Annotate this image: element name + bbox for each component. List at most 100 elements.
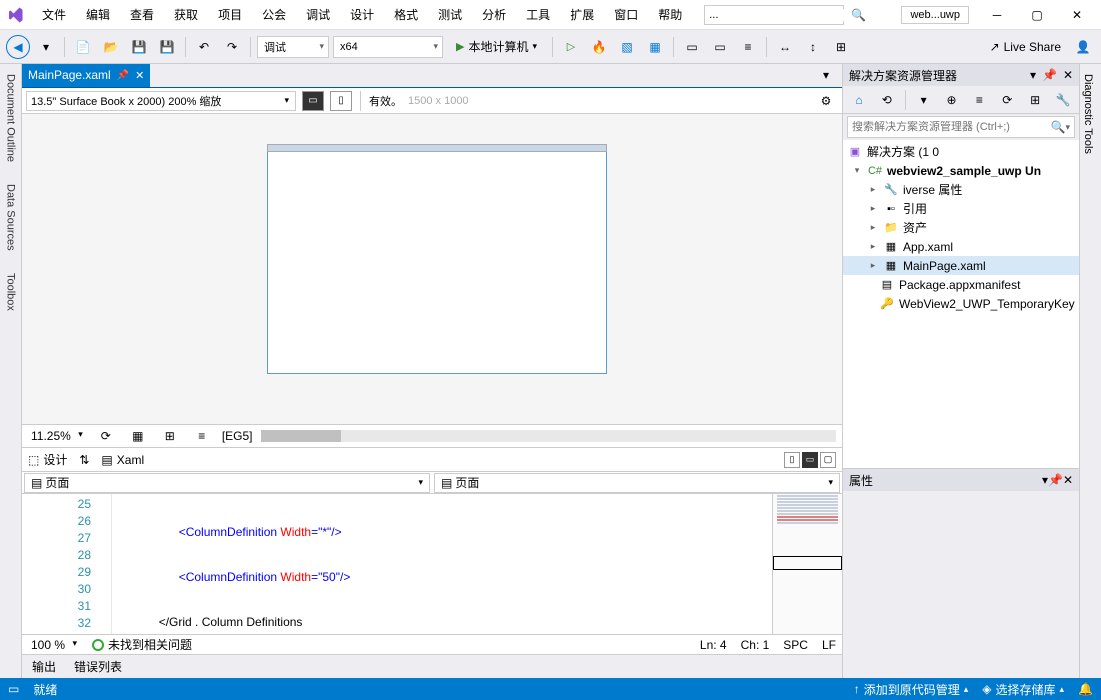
title-search[interactable]: 🔍 (704, 5, 844, 25)
expand-icon[interactable]: ▸ (867, 222, 879, 233)
maximize-button[interactable]: ▢ (1017, 1, 1057, 29)
se-btn-f[interactable]: ⊞ (1023, 88, 1047, 112)
data-sources-tab[interactable]: Data Sources (3, 178, 19, 257)
expand-icon[interactable]: ▸ (867, 241, 879, 252)
expand-icon[interactable]: ▸ (867, 184, 879, 195)
tree-item-assets[interactable]: ▸ 📁 资产 (843, 218, 1079, 237)
design-tab[interactable]: ⬚设计 (28, 451, 67, 468)
diagnostic-tools-tab[interactable]: Diagnostic Tools (1080, 68, 1096, 160)
close-icon[interactable]: ✕ (1063, 68, 1073, 82)
output-tab[interactable]: 输出 (32, 658, 56, 675)
menu-view[interactable]: 查看 (120, 2, 164, 27)
tree-item-mainpage[interactable]: ▸ ▦ MainPage.xaml (843, 256, 1079, 275)
portrait-button[interactable]: ▯ (330, 91, 352, 111)
toolbar-btn-g[interactable]: ↕ (801, 35, 825, 59)
menu-debug[interactable]: 调试 (296, 2, 340, 27)
split-vert-button[interactable]: ▯ (784, 452, 800, 468)
toolbar-btn-e[interactable]: ≡ (736, 35, 760, 59)
design-surface[interactable] (22, 114, 842, 424)
source-control-button[interactable]: ↑ 添加到原代码管理 ▴ (854, 681, 969, 698)
menu-help[interactable]: 帮助 (648, 2, 692, 27)
forward-button[interactable]: ▾ (34, 35, 58, 59)
grid-button[interactable]: ▦ (126, 424, 150, 448)
window-mgmt-icon[interactable]: ▭ (8, 682, 19, 696)
close-icon[interactable]: ✕ (1063, 473, 1073, 487)
code-minimap[interactable] (772, 494, 842, 634)
close-window-button[interactable]: ✕ (1057, 1, 1097, 29)
designer-scrollbar[interactable] (261, 430, 837, 442)
eol-indicator[interactable]: LF (822, 638, 836, 652)
menu-window[interactable]: 窗口 (604, 2, 648, 27)
solution-search-input[interactable] (852, 121, 1051, 133)
se-btn-c[interactable]: ⊕ (940, 88, 964, 112)
xaml-tab[interactable]: ▤Xaml (101, 453, 144, 467)
config-dropdown[interactable]: 调试 (257, 36, 329, 58)
home-button[interactable]: ⌂ (847, 88, 871, 112)
panel-menu-button[interactable]: ▾ (1030, 68, 1036, 82)
refresh-button[interactable]: ⟳ (94, 424, 118, 448)
se-btn-g[interactable]: 🔧 (1051, 88, 1075, 112)
undo-button[interactable]: ↶ (192, 35, 216, 59)
toolbar-btn-d[interactable]: ▭ (708, 35, 732, 59)
toolbar-btn-c[interactable]: ▭ (680, 35, 704, 59)
toolbar-btn-h[interactable]: ⊞ (829, 35, 853, 59)
settings-button[interactable]: ⚙ (814, 89, 838, 113)
save-all-button[interactable]: 💾 (155, 35, 179, 59)
document-outline-tab[interactable]: Document Outline (3, 68, 19, 168)
menu-extensions[interactable]: 扩展 (560, 2, 604, 27)
se-btn-a[interactable]: ⟲ (875, 88, 899, 112)
tab-close-button[interactable]: ✕ (135, 69, 144, 82)
menu-test[interactable]: 测试 (428, 2, 472, 27)
error-list-tab[interactable]: 错误列表 (74, 658, 122, 675)
platform-dropdown[interactable]: x64 (333, 36, 443, 58)
tree-item-properties[interactable]: ▸ 🔧 iverse 属性 (843, 180, 1079, 199)
se-btn-b[interactable]: ▾ (912, 88, 936, 112)
expand-icon[interactable]: ▸ (867, 260, 879, 271)
code-content[interactable]: <ColumnDefinition Width="*"/> <ColumnDef… (112, 494, 772, 634)
snap-button[interactable]: ⊞ (158, 424, 182, 448)
new-item-button[interactable]: 📄 (71, 35, 95, 59)
menu-analyze[interactable]: 分析 (472, 2, 516, 27)
tree-solution-node[interactable]: ▣ 解决方案 (1 0 (843, 142, 1079, 161)
device-preview-dropdown[interactable]: 13.5" Surface Book x 2000) 200% 缩放 (26, 91, 296, 111)
pin-icon[interactable]: 📌 (1042, 68, 1057, 82)
breadcrumb-child[interactable]: ▤ 页面 (434, 473, 840, 493)
redo-button[interactable]: ↷ (220, 35, 244, 59)
solution-tree[interactable]: ▣ 解决方案 (1 0 ▾ C# webview2_sample_uwp Un … (843, 140, 1079, 468)
toolbar-btn-a[interactable]: ▧ (615, 35, 639, 59)
hot-reload-button[interactable]: 🔥 (587, 35, 611, 59)
design-canvas[interactable] (267, 144, 607, 374)
menu-file[interactable]: 文件 (32, 2, 76, 27)
landscape-button[interactable]: ▭ (302, 91, 324, 111)
toolbar-btn-f[interactable]: ↔ (773, 35, 797, 59)
tab-overflow-button[interactable]: ▾ (814, 64, 838, 87)
breadcrumb-root[interactable]: ▤ 页面 (24, 473, 430, 493)
notifications-button[interactable]: 🔔 (1078, 682, 1093, 696)
pin-icon[interactable]: 📌 (1048, 473, 1063, 487)
char-indicator[interactable]: Ch: 1 (741, 638, 770, 652)
open-button[interactable]: 📂 (99, 35, 123, 59)
expand-pane-button[interactable]: ▢ (820, 452, 836, 468)
swap-panes-button[interactable]: ⇅ (79, 453, 89, 467)
se-btn-d[interactable]: ≡ (968, 88, 992, 112)
menu-get[interactable]: 获取 (164, 2, 208, 27)
pin-icon[interactable]: 📌 (117, 70, 129, 81)
indent-indicator[interactable]: SPC (783, 638, 808, 652)
live-share-button[interactable]: ↗ Live Share (984, 40, 1067, 54)
tree-item-key[interactable]: 🔑 WebView2_UWP_TemporaryKey (843, 294, 1079, 313)
split-horiz-button[interactable]: ▭ (802, 452, 818, 468)
se-btn-e[interactable]: ⟳ (995, 88, 1019, 112)
expand-icon[interactable]: ▸ (867, 203, 879, 214)
menu-public[interactable]: 公会 (252, 2, 296, 27)
minimize-button[interactable]: ─ (977, 1, 1017, 29)
tree-item-appxaml[interactable]: ▸ ▦ App.xaml (843, 237, 1079, 256)
toolbar-btn-b[interactable]: ▦ (643, 35, 667, 59)
guides-button[interactable]: ≡ (190, 424, 214, 448)
menu-project[interactable]: 项目 (208, 2, 252, 27)
menu-format[interactable]: 格式 (384, 2, 428, 27)
code-editor[interactable]: 252627282930313233 <ColumnDefinition Wid… (22, 494, 842, 634)
tree-item-references[interactable]: ▸ ▪▫ 引用 (843, 199, 1079, 218)
issues-indicator[interactable]: 未找到相关问题 (92, 636, 192, 653)
line-indicator[interactable]: Ln: 4 (700, 638, 727, 652)
title-search-input[interactable] (709, 9, 851, 21)
